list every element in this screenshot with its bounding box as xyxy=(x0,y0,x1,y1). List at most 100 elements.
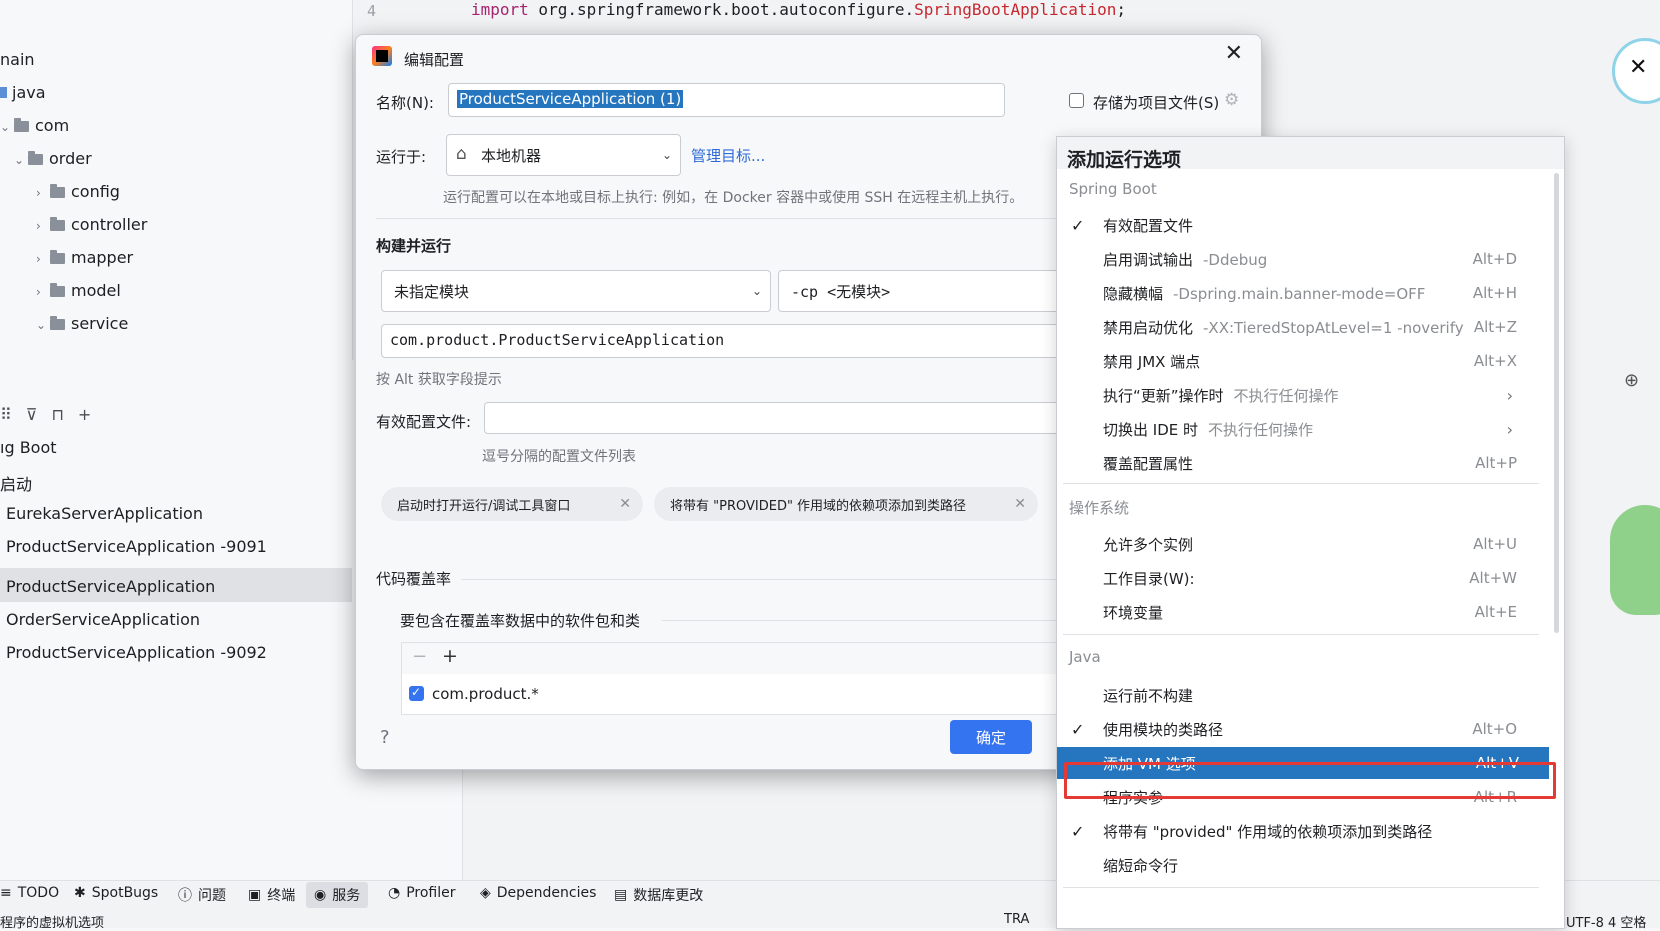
tool-problems[interactable]: ⓘ 问题 xyxy=(178,885,226,905)
option-active-profiles[interactable]: ✓ 有效配置文件 xyxy=(1057,209,1547,241)
service-item[interactable]: ProductServiceApplication -9092 xyxy=(6,643,267,662)
crosshair-icon[interactable]: ⊕ xyxy=(1624,370,1639,391)
name-label: 名称(N): xyxy=(376,94,434,112)
status-encoding[interactable]: UTF-8 4 空格 xyxy=(1566,912,1646,931)
option-debug-output[interactable]: 启用调试输出 -Ddebug Alt+D xyxy=(1057,243,1547,275)
tree-item-mapper[interactable]: › mapper xyxy=(36,248,133,267)
manage-targets-link[interactable]: 管理目标... xyxy=(691,145,765,166)
chevron-down-icon: ⌄ xyxy=(0,120,11,134)
popup-scrollbar[interactable] xyxy=(1554,173,1559,633)
option-disable-jmx[interactable]: 禁用 JMX 端点 Alt+X xyxy=(1057,345,1547,377)
option-no-build[interactable]: 运行前不构建 xyxy=(1057,679,1547,711)
option-hide-banner[interactable]: 隐藏横幅 -Dspring.main.banner-mode=OFF Alt+H xyxy=(1057,277,1547,309)
service-item[interactable]: OrderServiceApplication xyxy=(6,610,200,629)
option-disable-launch-opt[interactable]: 禁用启动优化 -XX:TieredStopAtLevel=1 -noverify A… xyxy=(1057,311,1547,343)
divider xyxy=(1063,483,1539,484)
service-group-spring-boot[interactable]: ıg Boot xyxy=(0,438,57,457)
tree-label: order xyxy=(49,149,92,168)
service-group-running[interactable]: 启动 xyxy=(0,471,32,495)
tool-label: TODO xyxy=(17,885,60,901)
mascot-image xyxy=(1610,505,1660,615)
code-class: SpringBootApplication xyxy=(914,0,1117,19)
main-class-field[interactable]: com.product.ProductServiceApplication xyxy=(381,324,1081,358)
check-icon: ✓ xyxy=(1071,719,1085,739)
gear-icon[interactable]: ⚙ xyxy=(1224,90,1239,110)
remove-chip-icon[interactable]: ✕ xyxy=(619,496,631,512)
tool-services[interactable]: ◉ 服务 xyxy=(306,882,369,908)
run-on-select[interactable]: ⌂ 本地机器 ⌄ xyxy=(446,134,681,176)
tool-label: 终端 xyxy=(267,888,296,904)
layout-icon[interactable]: ⊓ xyxy=(51,405,63,424)
code-package: org.springframework.boot.autoconfigure. xyxy=(528,0,915,19)
tool-profiler[interactable]: ◔ Profiler xyxy=(388,885,456,901)
option-shortcut: Alt+W xyxy=(1469,569,1517,587)
tree-item-controller[interactable]: › controller xyxy=(36,215,147,234)
status-tra: TRA xyxy=(1004,912,1030,927)
add-icon[interactable]: + xyxy=(442,645,458,667)
divider xyxy=(376,218,1076,219)
option-label: 允许多个实例 xyxy=(1103,535,1194,554)
option-label: 禁用 JMX 端点 xyxy=(1103,352,1201,371)
option-shortcut: Alt+Z xyxy=(1473,318,1517,336)
coverage-pkg-checkbox[interactable] xyxy=(409,685,424,701)
tool-label: 数据库更改 xyxy=(633,888,704,904)
home-icon: ⌂ xyxy=(456,144,467,164)
option-env-vars[interactable]: 环境变量 Alt+E xyxy=(1057,596,1547,628)
option-shorten-cmdline[interactable]: 缩短命令行 xyxy=(1057,849,1547,881)
tool-db-changes[interactable]: ▤ 数据库更改 xyxy=(614,885,703,905)
name-value: ProductServiceApplication (1) xyxy=(457,90,684,108)
option-shortcut: Alt+D xyxy=(1472,250,1517,268)
option-on-frame-deactivate[interactable]: 切换出 IDE 时不执行任何操作 › xyxy=(1057,413,1547,445)
chevron-down-icon: ⌄ xyxy=(36,318,47,332)
tool-todo[interactable]: ≡ TODO xyxy=(0,885,59,901)
chip-open-tool-window[interactable]: 启动时打开运行/调试工具窗口 ✕ xyxy=(381,487,643,521)
tree-item-order[interactable]: ⌄ order xyxy=(14,149,92,168)
module-value: 未指定模块 xyxy=(394,282,470,301)
tree-item-java[interactable]: java xyxy=(0,83,46,102)
group-java: Java xyxy=(1069,648,1101,666)
classpath-select[interactable]: -cp <无模块> xyxy=(778,270,1078,312)
help-icon[interactable]: ? xyxy=(380,727,390,748)
option-on-update[interactable]: 执行“更新”操作时 不执行任何操作 › xyxy=(1057,379,1547,411)
option-desc: -Dspring.main.banner-mode=OFF xyxy=(1173,284,1426,303)
chip-provided-scope[interactable]: 将带有 "PROVIDED" 作用域的依赖项添加到类路径 ✕ xyxy=(654,487,1038,521)
project-tree: nain java ⌄ com ⌄ order › config › controlle… xyxy=(0,0,353,360)
dialog-title: 编辑配置 xyxy=(404,51,465,69)
service-item[interactable]: EurekaServerApplication xyxy=(6,504,203,523)
ok-button[interactable]: 确定 xyxy=(950,720,1032,754)
group-icon[interactable]: ⠿ xyxy=(0,405,12,424)
tree-item-config[interactable]: › config xyxy=(36,182,120,201)
close-icon[interactable]: ✕ xyxy=(1225,41,1243,66)
active-profiles-label: 有效配置文件: xyxy=(376,413,472,431)
option-multiple-instances[interactable]: 允许多个实例 Alt+U xyxy=(1057,528,1547,560)
active-profiles-field[interactable] xyxy=(484,402,1084,434)
module-select[interactable]: 未指定模块 ⌄ xyxy=(381,270,771,312)
tree-item-com[interactable]: ⌄ com xyxy=(0,116,69,135)
store-project-file-checkbox[interactable] xyxy=(1069,93,1084,108)
run-on-value: 本地机器 xyxy=(481,146,542,165)
service-item[interactable]: ProductServiceApplication xyxy=(6,577,215,596)
store-project-file-label: 存储为项目文件(S) xyxy=(1093,94,1220,112)
option-shortcut: Alt+X xyxy=(1473,352,1517,370)
check-icon: ✓ xyxy=(1071,215,1085,235)
name-field[interactable]: ProductServiceApplication (1) xyxy=(448,83,1005,117)
service-item[interactable]: ProductServiceApplication -9091 xyxy=(6,537,267,556)
add-icon[interactable]: + xyxy=(78,405,91,424)
tree-item-model[interactable]: › model xyxy=(36,281,121,300)
option-override-props[interactable]: 覆盖配置属性 Alt+P xyxy=(1057,447,1547,479)
option-module-classpath[interactable]: ✓ 使用模块的类路径 Alt+O xyxy=(1057,713,1547,745)
tool-label: 问题 xyxy=(198,888,226,904)
option-provided-scope[interactable]: ✓ 将带有 "provided" 作用域的依赖项添加到类路径 xyxy=(1057,815,1547,847)
filter-icon[interactable]: ⊽ xyxy=(26,405,38,424)
tree-item-main[interactable]: nain xyxy=(0,50,35,69)
option-label: 工作目录(W): xyxy=(1103,569,1195,588)
folder-icon xyxy=(50,217,65,231)
remove-icon[interactable]: − xyxy=(412,646,427,667)
tool-terminal[interactable]: ▣ 终端 xyxy=(248,885,295,905)
tool-spotbugs[interactable]: ✱ SpotBugs xyxy=(74,885,158,901)
tree-item-service[interactable]: ⌄ service xyxy=(36,314,128,333)
remove-chip-icon[interactable]: ✕ xyxy=(1014,496,1026,512)
tool-dependencies[interactable]: ◈ Dependencies xyxy=(480,885,596,901)
option-label: 启用调试输出 xyxy=(1103,250,1194,269)
option-working-dir[interactable]: 工作目录(W): Alt+W xyxy=(1057,562,1547,594)
